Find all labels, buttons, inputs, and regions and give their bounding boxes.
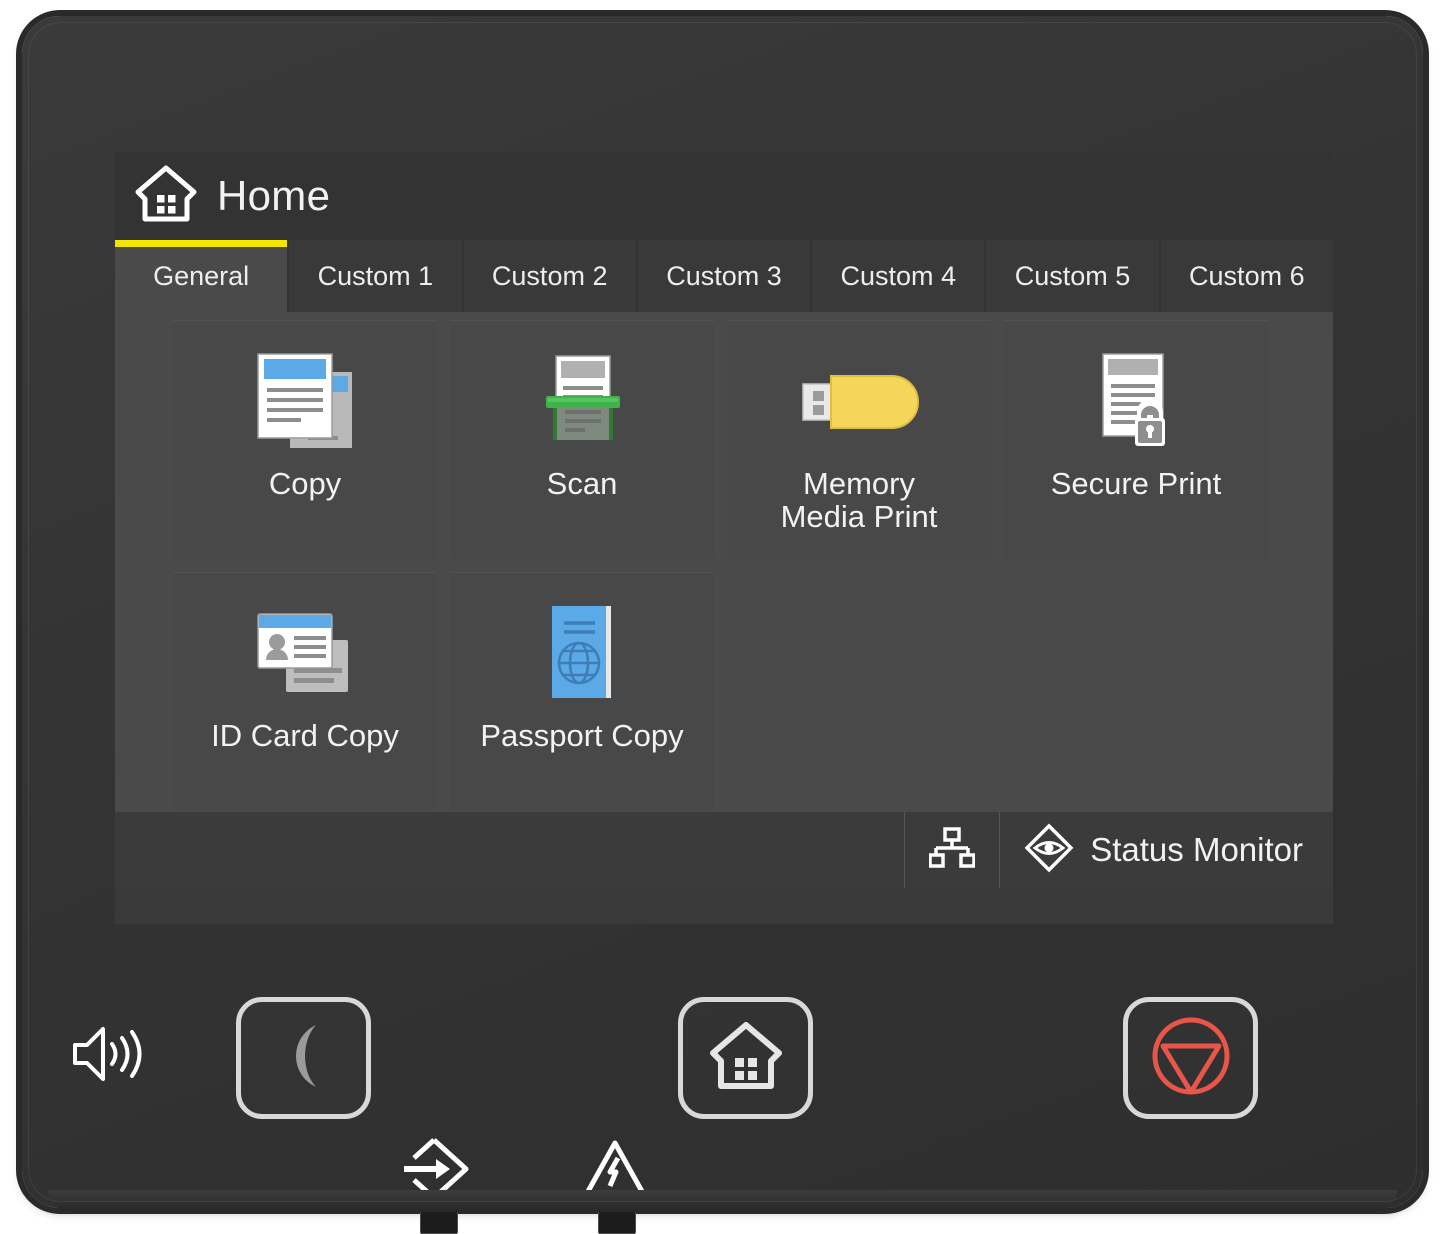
screen-title-bar: Home	[115, 152, 1333, 240]
printer-control-panel: Home General Custom 1 Custom 2 Custom 3 …	[22, 16, 1423, 1208]
usb-flash-drive-icon	[789, 343, 929, 461]
tab-label: Custom 4	[840, 261, 956, 292]
tile-copy[interactable]: Copy	[173, 320, 437, 559]
home-house-icon	[710, 1022, 782, 1095]
home-icon	[135, 165, 197, 228]
status-monitor-button[interactable]: Status Monitor	[999, 812, 1333, 888]
tile-label: Passport Copy	[480, 719, 683, 752]
tile-id-card-copy[interactable]: ID Card Copy	[173, 572, 437, 811]
stop-circle-triangle-icon	[1149, 1014, 1233, 1103]
passport-icon	[521, 595, 643, 713]
tab-custom-4[interactable]: Custom 4	[812, 240, 984, 312]
tile-secure-print[interactable]: Secure Print	[1004, 320, 1268, 559]
panel-bottom-lip	[48, 1190, 1397, 1212]
home-button[interactable]	[678, 997, 813, 1119]
tab-custom-6[interactable]: Custom 6	[1161, 240, 1333, 312]
tile-passport-copy[interactable]: Passport Copy	[450, 572, 714, 811]
tile-label: Copy	[269, 467, 341, 500]
tab-label: Custom 3	[666, 261, 782, 292]
tab-label: General	[153, 261, 249, 292]
sleep-button[interactable]	[236, 997, 371, 1119]
tile-label: ID Card Copy	[211, 719, 399, 752]
eye-diamond-icon	[1024, 823, 1074, 878]
tile-scan[interactable]: Scan	[450, 320, 714, 559]
tile-label: Secure Print	[1051, 467, 1222, 500]
tile-memory-media-print[interactable]: Memory Media Print	[727, 320, 991, 559]
app-grid-area: Copy	[115, 312, 1333, 812]
status-bar: Status Monitor	[115, 812, 1333, 888]
active-tab-accent	[115, 240, 287, 247]
page-title: Home	[217, 172, 330, 220]
app-grid: Copy	[173, 320, 1275, 811]
tile-label: Scan	[547, 467, 618, 500]
id-card-icon	[244, 595, 366, 713]
tab-label: Custom 1	[318, 261, 434, 292]
speaker-volume-icon	[69, 1023, 147, 1090]
status-monitor-label: Status Monitor	[1090, 831, 1303, 869]
tab-custom-5[interactable]: Custom 5	[986, 240, 1158, 312]
tab-general[interactable]: General	[115, 240, 287, 312]
tab-bar[interactable]: General Custom 1 Custom 2 Custom 3 Custo…	[115, 240, 1333, 312]
stop-button[interactable]	[1123, 997, 1258, 1119]
tile-label: Memory Media Print	[781, 467, 938, 534]
network-lan-icon	[929, 826, 975, 875]
copy-documents-icon	[244, 343, 366, 461]
crescent-moon-icon	[272, 1021, 336, 1096]
document-lock-icon	[1075, 343, 1197, 461]
tab-label: Custom 2	[492, 261, 608, 292]
scanner-icon	[521, 343, 643, 461]
tab-custom-3[interactable]: Custom 3	[638, 240, 810, 312]
tab-custom-2[interactable]: Custom 2	[464, 240, 636, 312]
network-status-button[interactable]	[904, 812, 999, 888]
lcd-touchscreen[interactable]: Home General Custom 1 Custom 2 Custom 3 …	[115, 152, 1333, 924]
tab-label: Custom 5	[1015, 261, 1131, 292]
tab-label: Custom 6	[1189, 261, 1305, 292]
tab-custom-1[interactable]: Custom 1	[289, 240, 461, 312]
